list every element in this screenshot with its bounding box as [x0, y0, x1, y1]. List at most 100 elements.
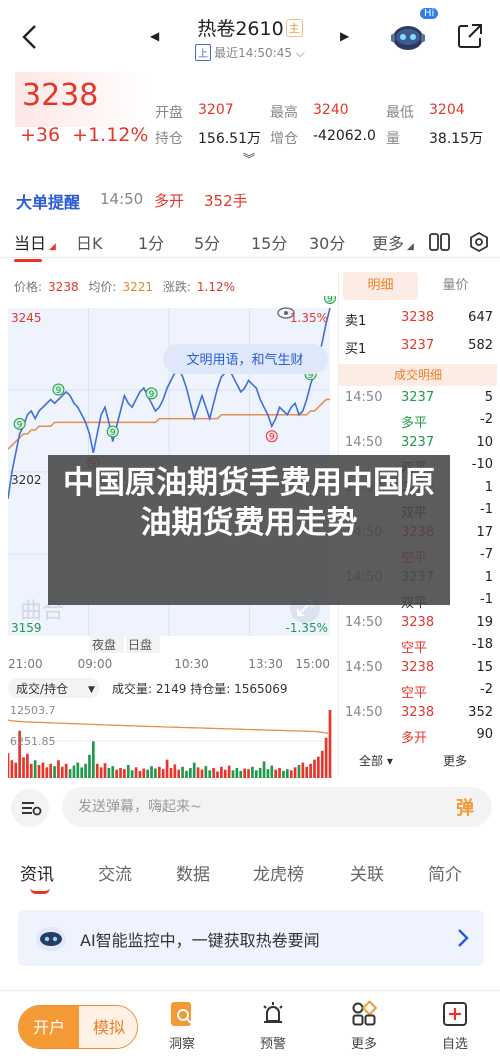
tab-1min[interactable]: 1分 [138, 230, 164, 254]
danmu-settings-icon[interactable] [10, 788, 50, 828]
all-filter[interactable]: 全部 ▾ [359, 752, 393, 769]
signal-marker-label: 9 [149, 390, 155, 400]
alert-button[interactable]: 预警 [243, 999, 303, 1052]
volume-bar [309, 763, 312, 778]
price-value: 3238 [48, 280, 79, 294]
y-axis-high: 3245 [11, 311, 42, 325]
volume-bar [95, 763, 99, 778]
trade-time: 14:50 [345, 615, 383, 630]
trade-volume: 352 [468, 705, 493, 720]
trade-time: 14:50 [345, 660, 383, 675]
trade-price: 3238 [401, 660, 435, 675]
comment-bar: 发送弹幕，嗨起来~ 弹 [0, 784, 500, 832]
tab-intraday[interactable]: 当日 ◢ [14, 230, 56, 262]
volume-bar [297, 764, 301, 778]
volume-bar [130, 770, 134, 778]
price-label: 价格: [14, 280, 43, 294]
insight-button[interactable]: 洞察 [152, 999, 212, 1052]
detail-tabs: 明细 量价 [343, 272, 493, 300]
tab-news[interactable]: 资讯 [20, 860, 54, 885]
volume-bar [45, 767, 49, 778]
y-axis-high-pct: 1.35% [290, 311, 328, 325]
ai-robot-icon [36, 927, 66, 951]
tab-5min[interactable]: 5分 [194, 230, 220, 254]
tab-more[interactable]: 更多 ◢ [372, 230, 414, 254]
volume-bar [204, 766, 208, 778]
volume-bar [68, 769, 72, 778]
volume-bar [270, 765, 274, 778]
session-tag-day: 日盘 [128, 637, 152, 652]
tab-intro[interactable]: 简介 [428, 860, 462, 885]
tab-data[interactable]: 数据 [176, 860, 210, 885]
info-tabs: 资讯 交流 数据 龙虎榜 关联 简介 [0, 856, 500, 894]
chg-label: 涨跌: [162, 280, 191, 294]
trade-price: 3237 [401, 390, 435, 405]
volume-bar [123, 769, 126, 778]
share-icon[interactable] [456, 22, 484, 50]
trade-volume: 15 [476, 660, 493, 675]
x-tick-label: 21:00 [8, 657, 43, 671]
trade-price: 3238 [401, 615, 435, 630]
more-button[interactable]: 更多 [334, 999, 394, 1052]
volume-bar [285, 769, 289, 778]
volume-bar [88, 754, 91, 778]
tab-15min[interactable]: 15分 [251, 230, 287, 254]
oi-change-label: 增仓 [270, 131, 298, 147]
volume-bar [208, 770, 212, 778]
ai-monitor-card[interactable]: AI智能监控中，一键获取热卷要闻 [18, 910, 484, 966]
tab-top-list[interactable]: 龙虎榜 [253, 860, 304, 885]
y-axis-low-pct: -1.35% [286, 621, 328, 635]
x-tick-label: 09:00 [78, 657, 113, 671]
big-order-alert[interactable]: 大单提醒 14:50 多开 352手 [0, 182, 500, 218]
next-contract-icon[interactable]: ▶ [340, 29, 349, 43]
volume-bar [142, 768, 146, 778]
bottom-bar: 开户 模拟 洞察 预警 更多 自选 [0, 990, 500, 1062]
more-link[interactable]: 更多 [443, 752, 467, 769]
trade-volume: 19 [476, 615, 493, 630]
tab-related[interactable]: 关联 [350, 860, 384, 885]
vol-axis-high: 12503.7 [10, 704, 56, 717]
volume-bar [165, 759, 169, 778]
tab-discussion[interactable]: 交流 [98, 860, 132, 885]
layout-toggle-icon[interactable] [428, 232, 452, 252]
volume-bar [274, 769, 278, 778]
tab-30min[interactable]: 30分 [309, 230, 345, 254]
settings-icon[interactable] [468, 231, 490, 253]
open-account-button[interactable]: 开户 [19, 1006, 79, 1048]
ask-price: 3238 [401, 310, 435, 325]
volume-bar [161, 769, 165, 778]
signal-marker-label: 9 [56, 386, 62, 396]
simulate-button[interactable]: 模拟 [79, 1006, 137, 1048]
open-interest-line [8, 719, 331, 735]
low-label: 最低 [386, 105, 414, 121]
period-tabs: 当日 ◢ 日K 1分 5分 15分 30分 更多 ◢ [0, 226, 500, 262]
volume-bar [216, 771, 219, 778]
tab-volume-price[interactable]: 量价 [418, 272, 493, 300]
y-axis-mid: 3202 [11, 473, 42, 487]
change-percent: +1.12% [72, 124, 149, 146]
watchlist-button[interactable]: 自选 [425, 999, 485, 1052]
danmu-toggle-icon[interactable]: 弹 [456, 794, 474, 820]
trade-row: 14:50 3238 352 [345, 705, 493, 727]
last-price: 3238 [22, 78, 99, 113]
tab-daily-k[interactable]: 日K [76, 230, 103, 254]
expand-chevron-icon[interactable]: ︾ [243, 150, 255, 167]
volume-readout: 成交量: 2149 持仓量: 1565069 [112, 681, 288, 696]
hi-badge: Hi [420, 8, 439, 19]
prev-contract-icon[interactable]: ◀ [150, 29, 159, 43]
volume-bar [262, 761, 266, 778]
tab-detail[interactable]: 明细 [343, 272, 418, 300]
danmu-input[interactable]: 发送弹幕，嗨起来~ [62, 787, 492, 827]
volume-bar [26, 753, 29, 778]
ask-row: 卖1 3238 647 [345, 310, 493, 332]
volume-bar [185, 770, 188, 778]
grid-more-icon [352, 1000, 378, 1026]
big-order-time: 14:50 [100, 190, 144, 208]
ai-robot-icon[interactable] [388, 16, 428, 54]
signal-marker-label: 9 [269, 433, 275, 443]
trade-volume: 17 [476, 525, 493, 540]
x-tick-label: 10:30 [174, 657, 209, 671]
volume-bar [251, 766, 254, 778]
volume-bar [103, 763, 107, 778]
volume-bar [8, 753, 10, 778]
